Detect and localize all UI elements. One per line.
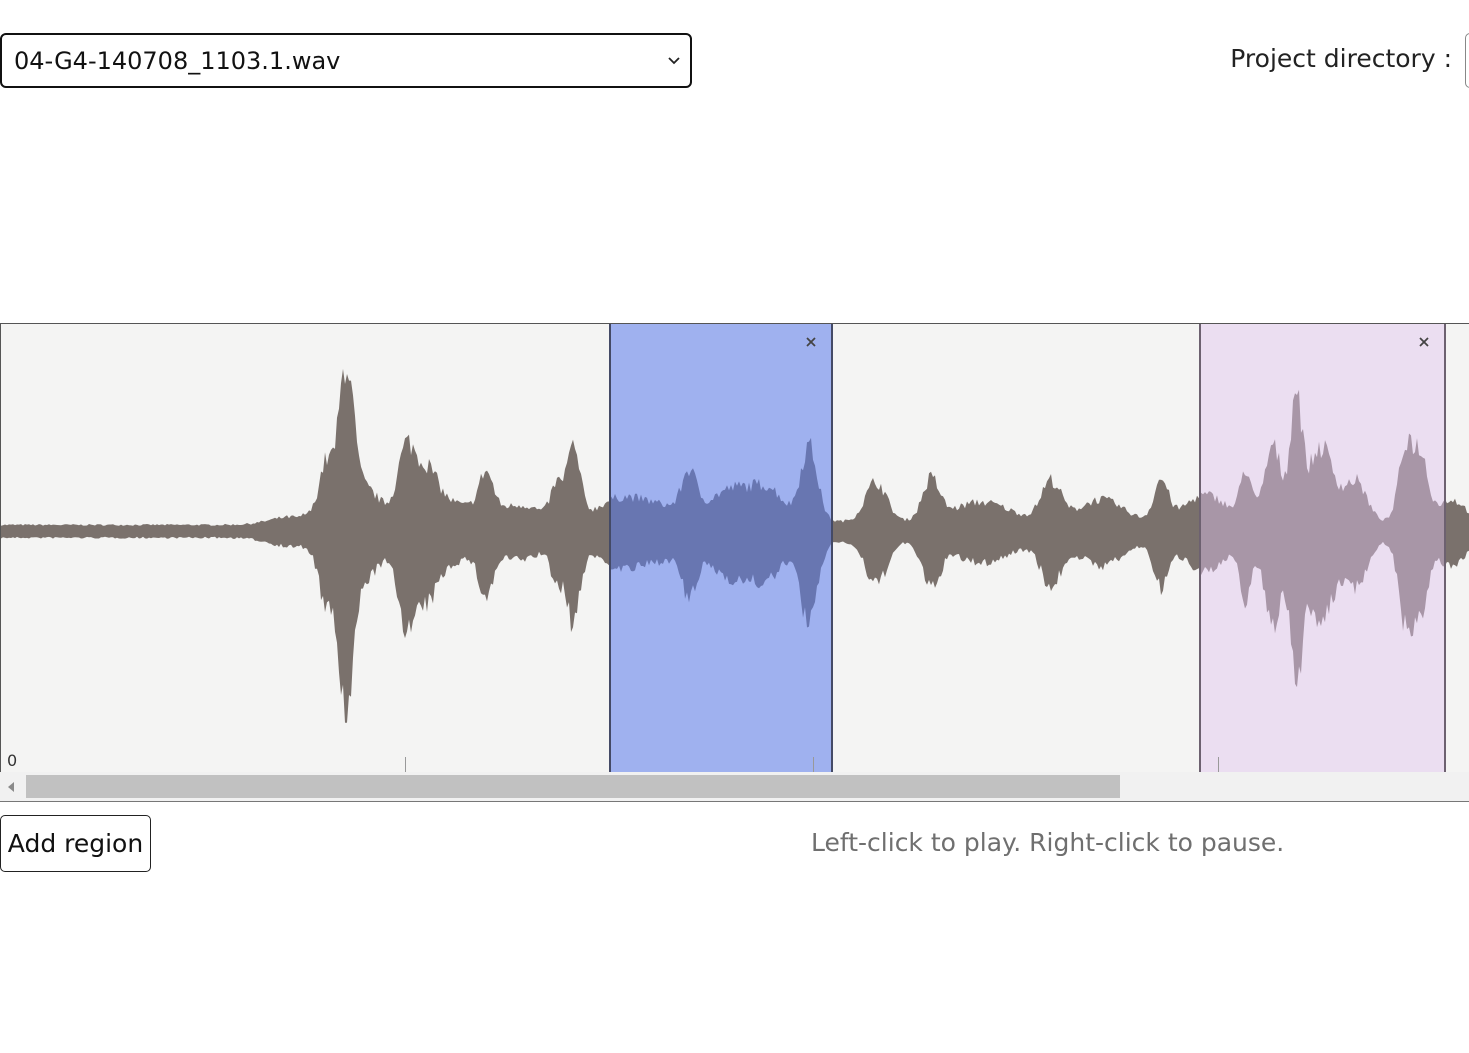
project-directory-input[interactable] bbox=[1465, 33, 1469, 88]
chevron-down-icon bbox=[668, 57, 680, 65]
close-icon[interactable] bbox=[803, 334, 819, 350]
scrollbar-thumb[interactable] bbox=[26, 775, 1120, 798]
timeline-tick bbox=[405, 757, 406, 772]
audio-region-1[interactable] bbox=[609, 324, 833, 772]
timeline-tick bbox=[1218, 757, 1219, 772]
scroll-left-arrow-icon[interactable] bbox=[6, 780, 16, 794]
timeline-start-label: 0 bbox=[7, 751, 18, 770]
close-icon[interactable] bbox=[1416, 334, 1432, 350]
add-region-button[interactable]: Add region bbox=[0, 815, 151, 872]
playback-hint: Left-click to play. Right-click to pause… bbox=[811, 828, 1285, 857]
waveform-scrollbar[interactable] bbox=[0, 772, 1469, 802]
timeline-tick bbox=[813, 757, 814, 772]
audio-file-select[interactable]: 04-G4-140708_1103.1.wav bbox=[0, 33, 692, 88]
project-directory-label: Project directory : bbox=[1230, 44, 1452, 73]
audio-region-2[interactable] bbox=[1199, 324, 1446, 772]
waveform-view[interactable]: 0 bbox=[0, 323, 1469, 772]
audio-file-select-value: 04-G4-140708_1103.1.wav bbox=[14, 46, 341, 75]
